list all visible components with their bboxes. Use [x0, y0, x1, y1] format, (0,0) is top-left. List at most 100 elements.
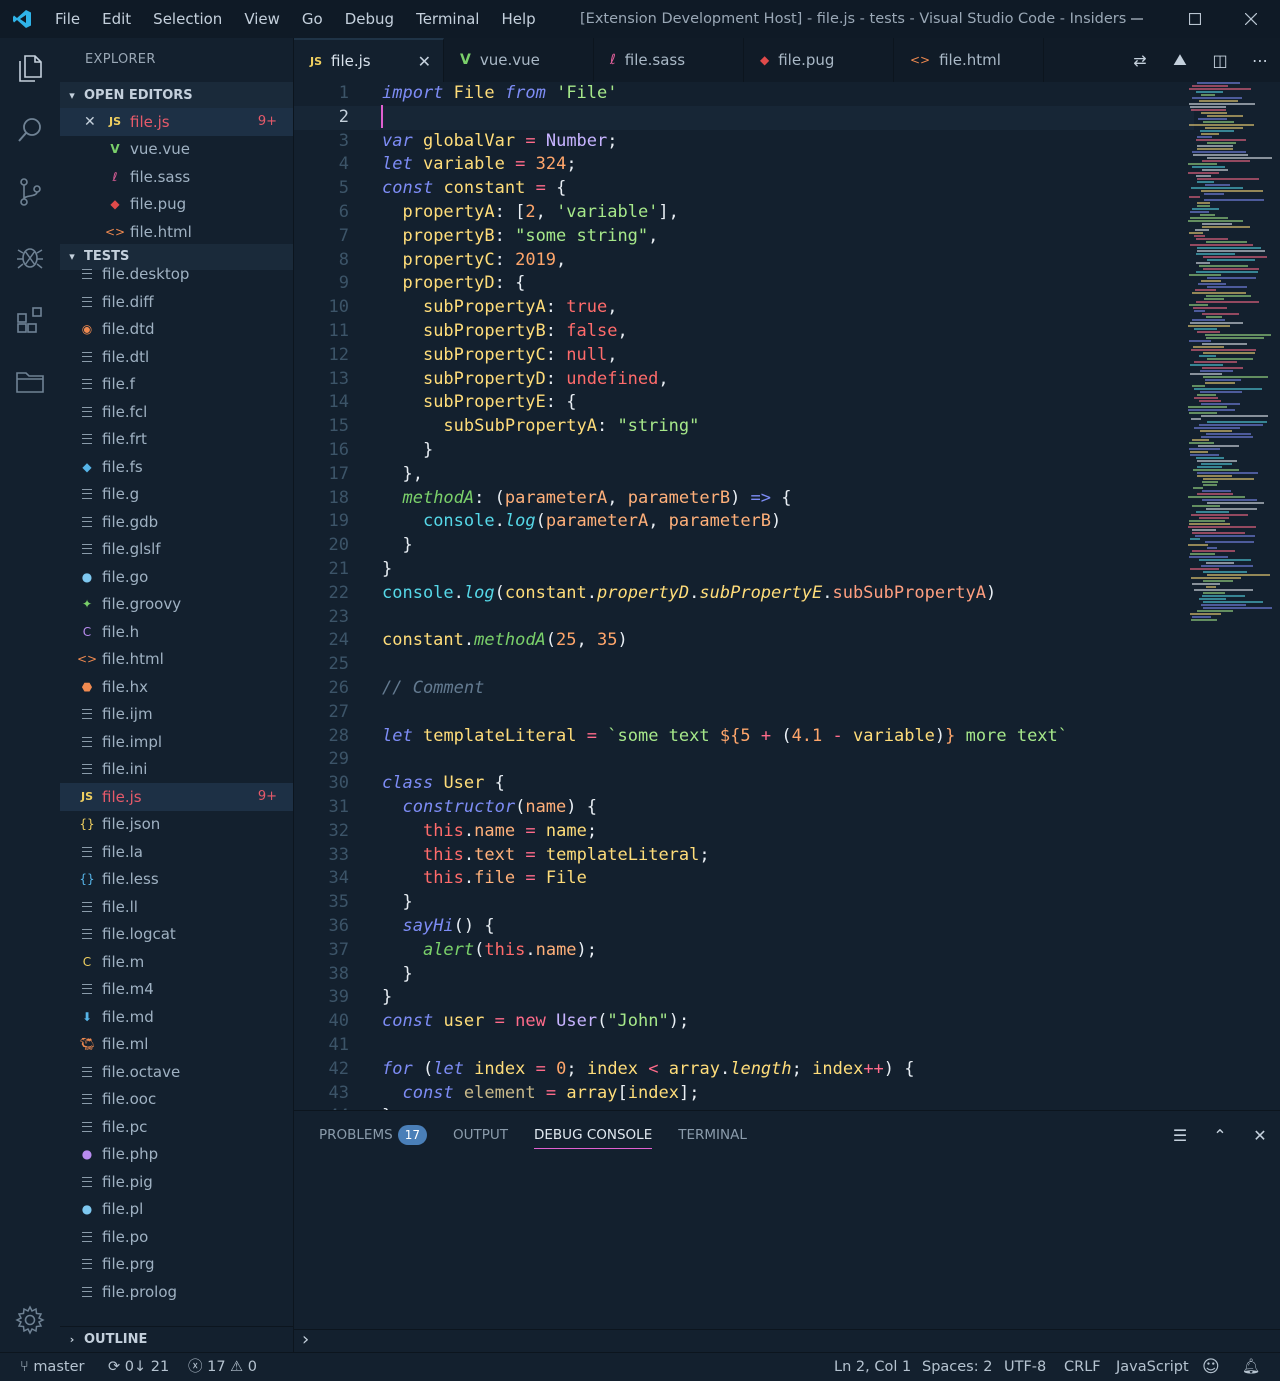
tab-file-js[interactable]: JS file.js ✕: [294, 38, 444, 82]
tab-output[interactable]: OUTPUT: [453, 1111, 508, 1159]
file-tree-item[interactable]: ● file.php: [60, 1141, 293, 1169]
code-line[interactable]: 21}: [294, 558, 1194, 582]
notification-graph-icon[interactable]: ⛰: [1160, 50, 1200, 70]
file-tree-item[interactable]: file.prg: [60, 1251, 293, 1279]
file-tree-item[interactable]: ● file.pl: [60, 1196, 293, 1224]
code-line[interactable]: 31 constructor(name) {: [294, 796, 1194, 820]
console-prompt-icon[interactable]: ›: [302, 1329, 309, 1350]
file-tree-item[interactable]: ◉ file.dtd: [60, 316, 293, 344]
tab-file-pug[interactable]: ◆ file.pug: [744, 38, 894, 82]
feedback-smiley-icon[interactable]: ☺: [1202, 1353, 1220, 1381]
file-tree-item[interactable]: ◆ file.fs: [60, 453, 293, 481]
folder-icon[interactable]: [0, 352, 60, 412]
file-tree-item[interactable]: ⬣ file.hx: [60, 673, 293, 701]
code-line[interactable]: 8 propertyC: 2019,: [294, 249, 1194, 273]
minimap[interactable]: [1188, 82, 1278, 632]
code-line[interactable]: 26 // Comment: [294, 677, 1194, 701]
file-tree-item[interactable]: file.ll: [60, 893, 293, 921]
file-tree-item[interactable]: file.ooc: [60, 1086, 293, 1114]
code-line[interactable]: 15 subSubPropertyA: "string": [294, 415, 1194, 439]
debug-icon[interactable]: [0, 226, 60, 286]
file-tree-item[interactable]: file.frt: [60, 426, 293, 454]
menu-terminal[interactable]: Terminal: [405, 0, 490, 38]
code-line[interactable]: 39}: [294, 986, 1194, 1010]
code-line[interactable]: 5 const constant = {: [294, 177, 1194, 201]
settings-gear-icon[interactable]: [0, 1290, 60, 1350]
code-line[interactable]: 14 subPropertyE: {: [294, 391, 1194, 415]
open-editors-header[interactable]: ▾ OPEN EDITORS: [60, 82, 293, 108]
file-tree-item[interactable]: file.g: [60, 481, 293, 509]
file-tree-item[interactable]: file.la: [60, 838, 293, 866]
file-tree-item[interactable]: {} file.less: [60, 866, 293, 894]
code-line[interactable]: 28 let templateLiteral = `some text ${5 +…: [294, 725, 1194, 749]
code-line[interactable]: 19 console.log(parameterA, parameterB): [294, 510, 1194, 534]
code-line[interactable]: 32 this.name = name;: [294, 820, 1194, 844]
file-tree-item[interactable]: 🐫︎ file.ml: [60, 1031, 293, 1059]
close-icon[interactable]: ✕: [418, 52, 431, 71]
code-line[interactable]: 23: [294, 606, 1194, 630]
code-line[interactable]: 10 subPropertyA: true,: [294, 296, 1194, 320]
code-line[interactable]: 33 this.text = templateLiteral;: [294, 844, 1194, 868]
outline-header[interactable]: › OUTLINE: [60, 1326, 293, 1352]
maximize-icon[interactable]: [1166, 0, 1224, 38]
search-icon[interactable]: [0, 100, 60, 160]
file-tree-item[interactable]: file.gdb: [60, 508, 293, 536]
code-line[interactable]: 41: [294, 1034, 1194, 1058]
extensions-icon[interactable]: [0, 290, 60, 350]
file-tree-item[interactable]: {} file.json: [60, 811, 293, 839]
close-window-icon[interactable]: [1222, 0, 1280, 38]
open-editor-item[interactable]: ✕ JS file.js 9+: [60, 108, 293, 136]
menu-go[interactable]: Go: [291, 0, 334, 38]
notifications-bell-icon[interactable]: 🔔︎: [1242, 1353, 1260, 1381]
file-tree-item[interactable]: file.pig: [60, 1168, 293, 1196]
file-tree-item[interactable]: Cfile.m: [60, 948, 293, 976]
code-line[interactable]: 38 }: [294, 963, 1194, 987]
file-tree-item[interactable]: file.f: [60, 371, 293, 399]
code-line[interactable]: 42 for (let index = 0; index < array.leng…: [294, 1058, 1194, 1082]
file-tree-item[interactable]: file.po: [60, 1223, 293, 1251]
eol-status[interactable]: CRLF: [1064, 1353, 1101, 1381]
tab-vue-vue[interactable]: V vue.vue: [444, 38, 594, 82]
code-line[interactable]: 6 propertyA: [2, 'variable'],: [294, 201, 1194, 225]
open-editor-item[interactable]: <> file.html: [60, 218, 293, 246]
tab-file-sass[interactable]: ℓ file.sass: [594, 38, 744, 82]
code-line[interactable]: 2: [294, 105, 1194, 130]
code-line[interactable]: 22 console.log(constant.propertyD.subProp…: [294, 582, 1194, 606]
file-tree-item[interactable]: file.glslf: [60, 536, 293, 564]
code-line[interactable]: 16 }: [294, 439, 1194, 463]
code-line[interactable]: 36 sayHi() {: [294, 915, 1194, 939]
code-line[interactable]: 11 subPropertyB: false,: [294, 320, 1194, 344]
file-tree-item[interactable]: <> file.html: [60, 646, 293, 674]
file-tree-item[interactable]: file.logcat: [60, 921, 293, 949]
code-line[interactable]: 20 }: [294, 534, 1194, 558]
file-tree-item[interactable]: file.fcl: [60, 398, 293, 426]
code-line[interactable]: 24 constant.methodA(25, 35): [294, 629, 1194, 653]
sync-status[interactable]: ⟳ 0↓ 21: [108, 1353, 169, 1381]
menu-view[interactable]: View: [233, 0, 291, 38]
encoding-status[interactable]: UTF-8: [1004, 1353, 1046, 1381]
file-tree-item[interactable]: file.ijm: [60, 701, 293, 729]
tab-debug-console[interactable]: DEBUG CONSOLE: [534, 1111, 653, 1159]
code-editor[interactable]: 1 import File from 'File' 2 3 var globalVar …: [294, 82, 1280, 1110]
file-tree-item[interactable]: ● file.go: [60, 563, 293, 591]
menu-help[interactable]: Help: [490, 0, 546, 38]
menu-edit[interactable]: Edit: [91, 0, 142, 38]
file-tree-item[interactable]: file.diff: [60, 288, 293, 316]
source-control-icon[interactable]: [0, 162, 60, 222]
problems-status[interactable]: ⓧ 17 ⚠ 0: [188, 1353, 257, 1381]
file-tree-item[interactable]: JS file.js 9+: [60, 783, 293, 811]
code-line[interactable]: 30 class User {: [294, 772, 1194, 796]
maximize-panel-icon[interactable]: ⌃: [1200, 1126, 1240, 1145]
file-tree-item[interactable]: ✦ file.groovy: [60, 591, 293, 619]
tab-problems[interactable]: PROBLEMS 17: [319, 1111, 427, 1159]
close-icon[interactable]: ✕: [84, 114, 104, 130]
tab-file-html[interactable]: <> file.html: [894, 38, 1044, 82]
code-line[interactable]: 40 const user = new User("John");: [294, 1010, 1194, 1034]
file-tree-item[interactable]: file.prolog: [60, 1278, 293, 1301]
file-tree-item[interactable]: file.dtl: [60, 343, 293, 371]
file-tree-item[interactable]: ⬇ file.md: [60, 1003, 293, 1031]
file-tree-item[interactable]: file.octave: [60, 1058, 293, 1086]
file-tree-item[interactable]: file.ini: [60, 756, 293, 784]
code-line[interactable]: 43 const element = array[index];: [294, 1082, 1194, 1106]
menu-file[interactable]: File: [44, 0, 91, 38]
